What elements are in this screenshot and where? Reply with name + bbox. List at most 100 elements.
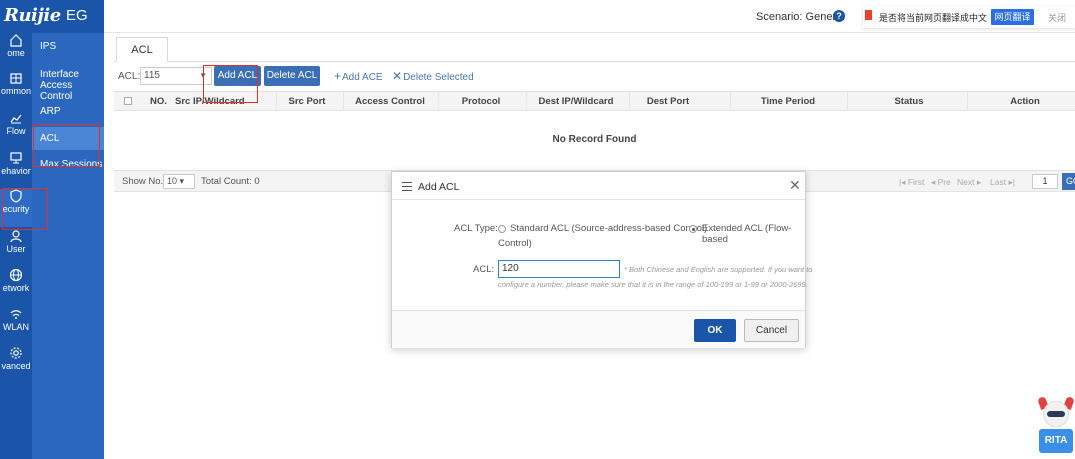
common-icon xyxy=(10,73,22,84)
gear-icon xyxy=(10,347,22,359)
acl-toolbar: ACL: 115 ▼ Add ACL Delete ACL +Add ACE ✕… xyxy=(114,65,1075,89)
last-page-button[interactable]: Last ▸| xyxy=(990,177,1015,188)
translate-button[interactable]: 网页翻译 xyxy=(991,9,1034,25)
next-page-button[interactable]: Next ▸ xyxy=(957,177,981,188)
column-header-src-port[interactable]: Src Port xyxy=(282,96,332,107)
first-page-label: First xyxy=(907,177,925,187)
sidebar-item-home[interactable]: ome xyxy=(0,33,32,71)
sidebar-item-label: Flow xyxy=(6,126,26,136)
column-divider xyxy=(276,92,277,110)
empty-table-message: No Record Found xyxy=(552,134,637,145)
tab-acl[interactable]: ACL xyxy=(116,37,168,62)
ok-button[interactable]: OK xyxy=(694,319,736,342)
flow-icon xyxy=(10,114,22,124)
scenario-label[interactable]: Scenario: General xyxy=(756,11,845,23)
page-size-select[interactable]: 10 ▾ xyxy=(163,174,195,189)
column-header-dest-port[interactable]: Dest Port xyxy=(638,96,698,107)
wlan-icon xyxy=(10,310,22,319)
table-header: NO. Src IP/Wildcard Src Port Access Cont… xyxy=(114,91,1075,111)
sidebar-item-label: WLAN xyxy=(2,322,29,332)
plus-icon: + xyxy=(334,69,342,83)
column-header-action[interactable]: Action xyxy=(1000,96,1050,107)
brand-logo: Ruijie xyxy=(4,5,61,26)
standard-acl-radio[interactable] xyxy=(498,225,506,233)
sidebar-item-flow[interactable]: Flow xyxy=(0,111,32,149)
column-header-dest-ip[interactable]: Dest IP/Wildcard xyxy=(534,96,618,107)
acl-select[interactable]: 115 ▼ xyxy=(140,67,212,85)
column-divider xyxy=(967,92,968,110)
extended-acl-option[interactable]: Extended ACL (Flow-based xyxy=(702,223,805,245)
sidebar-item-advanced[interactable]: vanced xyxy=(0,346,32,384)
subnav-item-arp[interactable]: ARP xyxy=(32,106,104,120)
acl-name-input[interactable]: 120 xyxy=(498,260,620,278)
standard-acl-option[interactable]: Standard ACL (Source-address-based Contr… xyxy=(510,223,707,234)
acl-hint-line2: configure a number, please make sure tha… xyxy=(498,280,808,289)
column-header-status[interactable]: Status xyxy=(884,96,934,107)
total-count: Total Count: 0 xyxy=(201,176,260,187)
column-divider xyxy=(629,92,630,110)
subnav-item-interface-access-control[interactable]: Interface Access Control xyxy=(32,69,104,102)
highlight-add-acl xyxy=(203,65,258,103)
subnav-item-label: Interface Access Control xyxy=(40,69,79,102)
network-icon xyxy=(9,268,23,282)
column-header-protocol[interactable]: Protocol xyxy=(452,96,510,107)
subnav-item-ips[interactable]: IPS xyxy=(32,41,104,55)
column-header-no[interactable]: NO. xyxy=(150,96,167,107)
home-icon xyxy=(10,34,22,47)
column-divider xyxy=(438,92,439,110)
prev-page-label: Pre xyxy=(937,177,951,187)
delete-selected-button[interactable]: ✕Delete Selected xyxy=(392,69,474,83)
column-divider xyxy=(526,92,527,110)
logo-area: Ruijie EG xyxy=(0,0,104,33)
go-button[interactable]: GO xyxy=(1062,173,1075,190)
page-size-label: Show No.: xyxy=(122,176,166,187)
cancel-button[interactable]: Cancel xyxy=(744,319,799,342)
last-page-label: Last xyxy=(990,177,1007,187)
assistant-widget[interactable]: RITA xyxy=(1037,395,1075,459)
acl-select-label: ACL: xyxy=(118,71,141,82)
translate-close-button[interactable]: 关闭 xyxy=(1048,11,1066,24)
sidebar-item-user[interactable]: User xyxy=(0,229,32,267)
column-header-access-control[interactable]: Access Control xyxy=(352,96,428,107)
column-divider xyxy=(847,92,848,110)
dialog-header: Add ACL ✕ xyxy=(392,172,805,200)
assistant-label[interactable]: RITA xyxy=(1039,429,1073,453)
product-name: EG xyxy=(66,7,88,24)
sidebar-item-network[interactable]: etwork xyxy=(0,268,32,306)
highlight-acl-menu xyxy=(33,124,100,167)
acl-select-value: 115 xyxy=(144,70,160,81)
mascot-eyes xyxy=(1047,411,1065,417)
add-acl-dialog: Add ACL ✕ ACL Type: Standard ACL (Source… xyxy=(391,171,812,348)
prev-page-button[interactable]: ◂ Pre xyxy=(931,177,951,188)
first-page-button[interactable]: |◂ First xyxy=(899,177,924,188)
add-ace-button[interactable]: +Add ACE xyxy=(334,69,383,83)
sidebar-item-label: vanced xyxy=(1,361,31,371)
acl-hint-line1: * Both Chinese and English are supported… xyxy=(624,265,813,274)
page-number-input[interactable]: 1 xyxy=(1032,174,1058,189)
top-header: Ruijie EG Scenario: General ? 是否将当前网页翻译成… xyxy=(0,0,1075,33)
delete-selected-label: Delete Selected xyxy=(403,72,474,83)
close-icon[interactable]: ✕ xyxy=(789,177,801,194)
select-all-checkbox[interactable] xyxy=(124,97,132,105)
tab-bar: ACL xyxy=(114,37,1075,62)
extended-acl-radio[interactable] xyxy=(689,225,697,233)
extended-acl-option-cont: Control) xyxy=(498,238,532,249)
sidebar-item-label: ehavior xyxy=(1,166,31,176)
user-icon xyxy=(10,230,22,243)
delete-acl-button[interactable]: Delete ACL xyxy=(264,66,320,86)
sidebar-item-label: User xyxy=(6,244,26,254)
translate-logo-icon xyxy=(865,10,872,20)
column-divider xyxy=(343,92,344,110)
question-circle-icon[interactable]: ? xyxy=(833,10,845,22)
column-divider xyxy=(730,92,731,110)
sidebar-item-wlan[interactable]: WLAN xyxy=(0,307,32,345)
close-icon: ✕ xyxy=(392,69,403,83)
column-header-time-period[interactable]: Time Period xyxy=(754,96,822,107)
sidebar-item-behavior[interactable]: ehavior xyxy=(0,151,32,189)
highlight-security-menu xyxy=(2,188,48,230)
next-page-label: Next xyxy=(957,177,975,187)
dialog-title: Add ACL xyxy=(418,181,460,193)
sidebar-item-common[interactable]: ommon xyxy=(0,71,32,109)
translate-bar: 是否将当前网页翻译成中文 网页翻译 关闭 xyxy=(863,6,1075,28)
app-root: Ruijie EG Scenario: General ? 是否将当前网页翻译成… xyxy=(0,0,1075,459)
